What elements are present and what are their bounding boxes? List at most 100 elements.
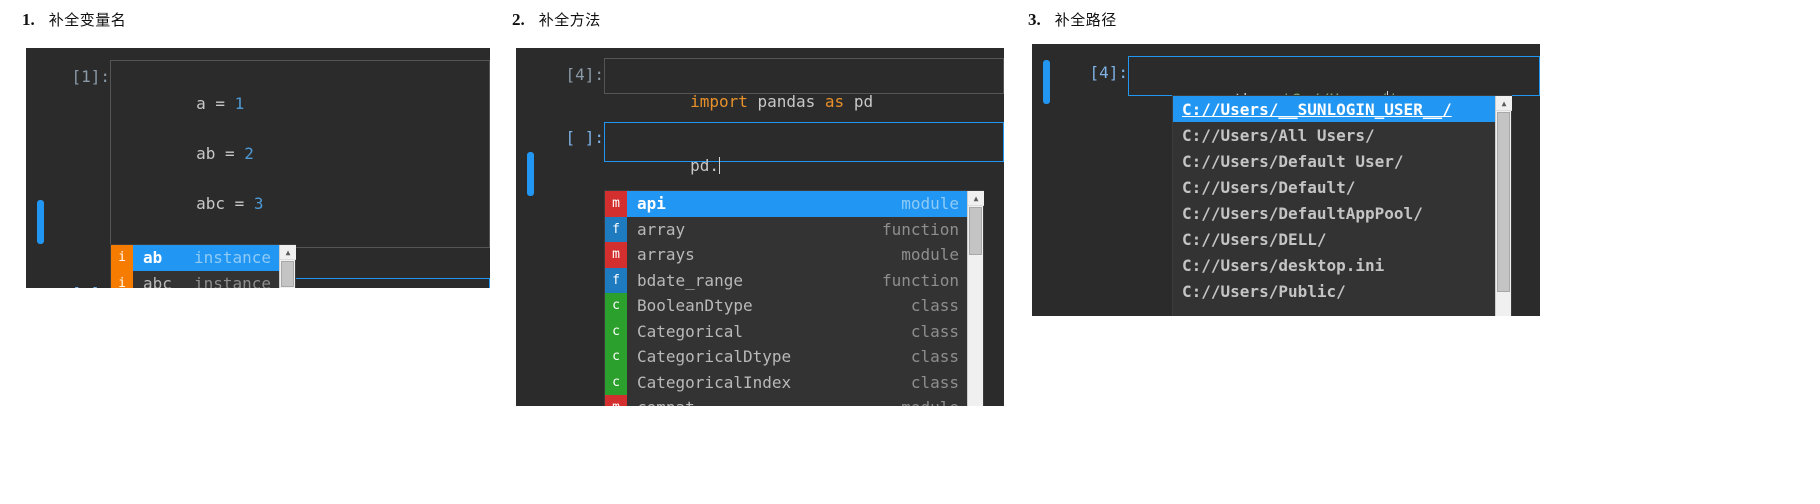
completion-type: instance xyxy=(193,273,271,288)
completion-item[interactable]: f bdate_range function xyxy=(605,267,967,293)
panel-2-number: 2. xyxy=(512,9,525,29)
completion-name: CategoricalDtype xyxy=(637,347,792,367)
code-line-2: ab = 2 xyxy=(196,144,254,163)
scroll-up-icon[interactable]: ▲ xyxy=(1496,96,1512,111)
path-item[interactable]: C://Users/Default/ xyxy=(1173,174,1495,200)
code-cell-executed-2: [4]: import pandas as pd xyxy=(516,48,1004,111)
completion-item[interactable]: c CategoricalIndex class xyxy=(605,369,967,395)
completion-item[interactable]: c BooleanDtype class xyxy=(605,293,967,319)
completion-type: instance xyxy=(193,248,271,268)
path-item[interactable]: C://Users/All Users/ xyxy=(1173,122,1495,148)
completion-type: function xyxy=(881,270,959,290)
completion-popup-1[interactable]: i ab instance i abc instance f abs funct… xyxy=(110,244,296,288)
screenshot-root: 1. 补全变量名 [1]: a = 1 ab = 2 abc = 3 [ ]: … xyxy=(0,0,1820,504)
notebook-panel-3: [4]: path = 'C://Users/' C://Users/__SUN… xyxy=(1032,44,1540,316)
completion-name: abc xyxy=(143,273,172,288)
path-item[interactable]: C://Users/__SUNLOGIN_USER__/ xyxy=(1173,96,1495,122)
cell-editor-active-2[interactable]: pd. xyxy=(604,122,1004,175)
path-item[interactable]: C://Users/DefaultAppPool/ xyxy=(1173,200,1495,226)
completion-item[interactable]: i abc instance xyxy=(111,270,279,288)
code-line-1: a = 1 xyxy=(196,94,245,113)
cell-prompt-3: [4]: xyxy=(565,65,604,84)
path-item[interactable]: C://Users/desktop.ini xyxy=(1173,252,1495,278)
panel-3-number: 3. xyxy=(1028,9,1041,29)
class-icon: c xyxy=(605,293,627,319)
completion-type: module xyxy=(901,194,959,214)
completion-type: class xyxy=(910,296,959,316)
module-icon: m xyxy=(605,242,627,268)
class-icon: c xyxy=(605,369,627,395)
function-icon: f xyxy=(605,216,627,242)
completion-scrollbar-2[interactable]: ▲ ▼ xyxy=(967,191,984,406)
class-icon: c xyxy=(605,344,627,370)
text-cursor-2 xyxy=(718,157,720,174)
cell-editor-1[interactable]: a = 1 ab = 2 abc = 3 xyxy=(110,60,490,248)
instance-icon: i xyxy=(111,270,133,288)
completion-name: api xyxy=(637,194,666,214)
panel-3-tag: 补全路径 xyxy=(1050,8,1121,31)
completion-popup-2[interactable]: m api module f array function m arrays m… xyxy=(604,190,984,406)
completion-name: bdate_range xyxy=(637,270,743,290)
code-keyword-import: import xyxy=(690,92,748,111)
completion-type: module xyxy=(901,398,967,406)
path-item[interactable]: C://Users/Default User/ xyxy=(1173,148,1495,174)
active-cell-indicator-1 xyxy=(37,200,44,244)
path-completion-popup[interactable]: C://Users/__SUNLOGIN_USER__/ C://Users/A… xyxy=(1172,95,1512,316)
cell-prompt-2: [ ]: xyxy=(26,278,110,288)
path-item[interactable]: C://Users/DELL/ xyxy=(1173,226,1495,252)
module-icon: m xyxy=(605,395,627,406)
cell-editor-active-3[interactable]: path = 'C://Users/' xyxy=(1128,56,1540,109)
cell-prompt-4: [ ]: xyxy=(565,128,604,147)
panel-1-number: 1. xyxy=(22,9,35,29)
path-item[interactable]: C://Users/Public/ xyxy=(1173,278,1495,304)
path-completion-scrollbar[interactable]: ▲ ▼ xyxy=(1495,96,1512,316)
scroll-up-icon[interactable]: ▲ xyxy=(968,191,984,206)
notebook-panel-1: [1]: a = 1 ab = 2 abc = 3 [ ]: ab i ab i xyxy=(26,48,490,288)
scrollbar-thumb[interactable] xyxy=(1497,112,1510,292)
panel-1-tag: 补全变量名 xyxy=(44,8,131,31)
completion-item[interactable]: m arrays module xyxy=(605,242,967,268)
module-icon: m xyxy=(605,191,627,217)
class-icon: c xyxy=(605,318,627,344)
completion-item[interactable]: m compat module xyxy=(605,395,967,406)
scrollbar-thumb[interactable] xyxy=(281,261,294,287)
panel-2-heading: 2. 补全方法 xyxy=(512,8,605,31)
instance-icon: i xyxy=(111,245,133,271)
completion-name: ab xyxy=(143,248,163,268)
panel-3-heading: 3. 补全路径 xyxy=(1028,8,1121,31)
completion-type: class xyxy=(910,321,959,341)
completion-type: class xyxy=(910,347,959,367)
completion-type: module xyxy=(901,245,959,265)
code-cell-executed-1: [1]: a = 1 ab = 2 abc = 3 xyxy=(26,48,490,248)
completion-item[interactable]: c CategoricalDtype class xyxy=(605,344,967,370)
code-keyword-as: as xyxy=(824,92,845,111)
scrollbar-thumb[interactable] xyxy=(969,207,982,255)
completion-type: function xyxy=(881,219,959,239)
completion-name: compat xyxy=(627,398,695,406)
completion-item[interactable]: i ab instance xyxy=(111,245,279,271)
completion-item[interactable]: f array function xyxy=(605,216,967,242)
completion-name: array xyxy=(637,219,686,239)
notebook-panel-2: [4]: import pandas as pd [ ]: pd. m api … xyxy=(516,48,1004,406)
code-cell-active-3: [4]: path = 'C://Users/' xyxy=(1032,44,1540,109)
cell-input-text-2: pd. xyxy=(690,156,719,175)
panel-1-heading: 1. 补全变量名 xyxy=(22,8,131,31)
panel-2-tag: 补全方法 xyxy=(534,8,605,31)
completion-name: BooleanDtype xyxy=(637,296,753,316)
completion-item[interactable]: c Categorical class xyxy=(605,318,967,344)
completion-type: class xyxy=(910,372,959,392)
completion-name: Categorical xyxy=(637,321,743,341)
completion-list-2[interactable]: m api module f array function m arrays m… xyxy=(605,191,967,406)
completion-list-1[interactable]: i ab instance i abc instance f abs funct… xyxy=(111,245,279,288)
cell-editor-2[interactable]: import pandas as pd xyxy=(604,58,1004,111)
path-completion-list[interactable]: C://Users/__SUNLOGIN_USER__/ C://Users/A… xyxy=(1173,96,1495,316)
code-module-name: pandas xyxy=(747,92,825,111)
scroll-up-icon[interactable]: ▲ xyxy=(280,245,296,260)
code-alias: pd xyxy=(844,92,874,111)
cell-prompt-5: [4]: xyxy=(1089,63,1128,82)
completion-item[interactable]: m api module xyxy=(605,191,967,217)
cell-prompt-1: [1]: xyxy=(71,67,110,86)
code-cell-active-2: [ ]: pd. xyxy=(516,122,1004,175)
completion-scrollbar-1[interactable]: ▲ ▼ xyxy=(279,245,296,288)
completion-name: arrays xyxy=(637,245,695,265)
